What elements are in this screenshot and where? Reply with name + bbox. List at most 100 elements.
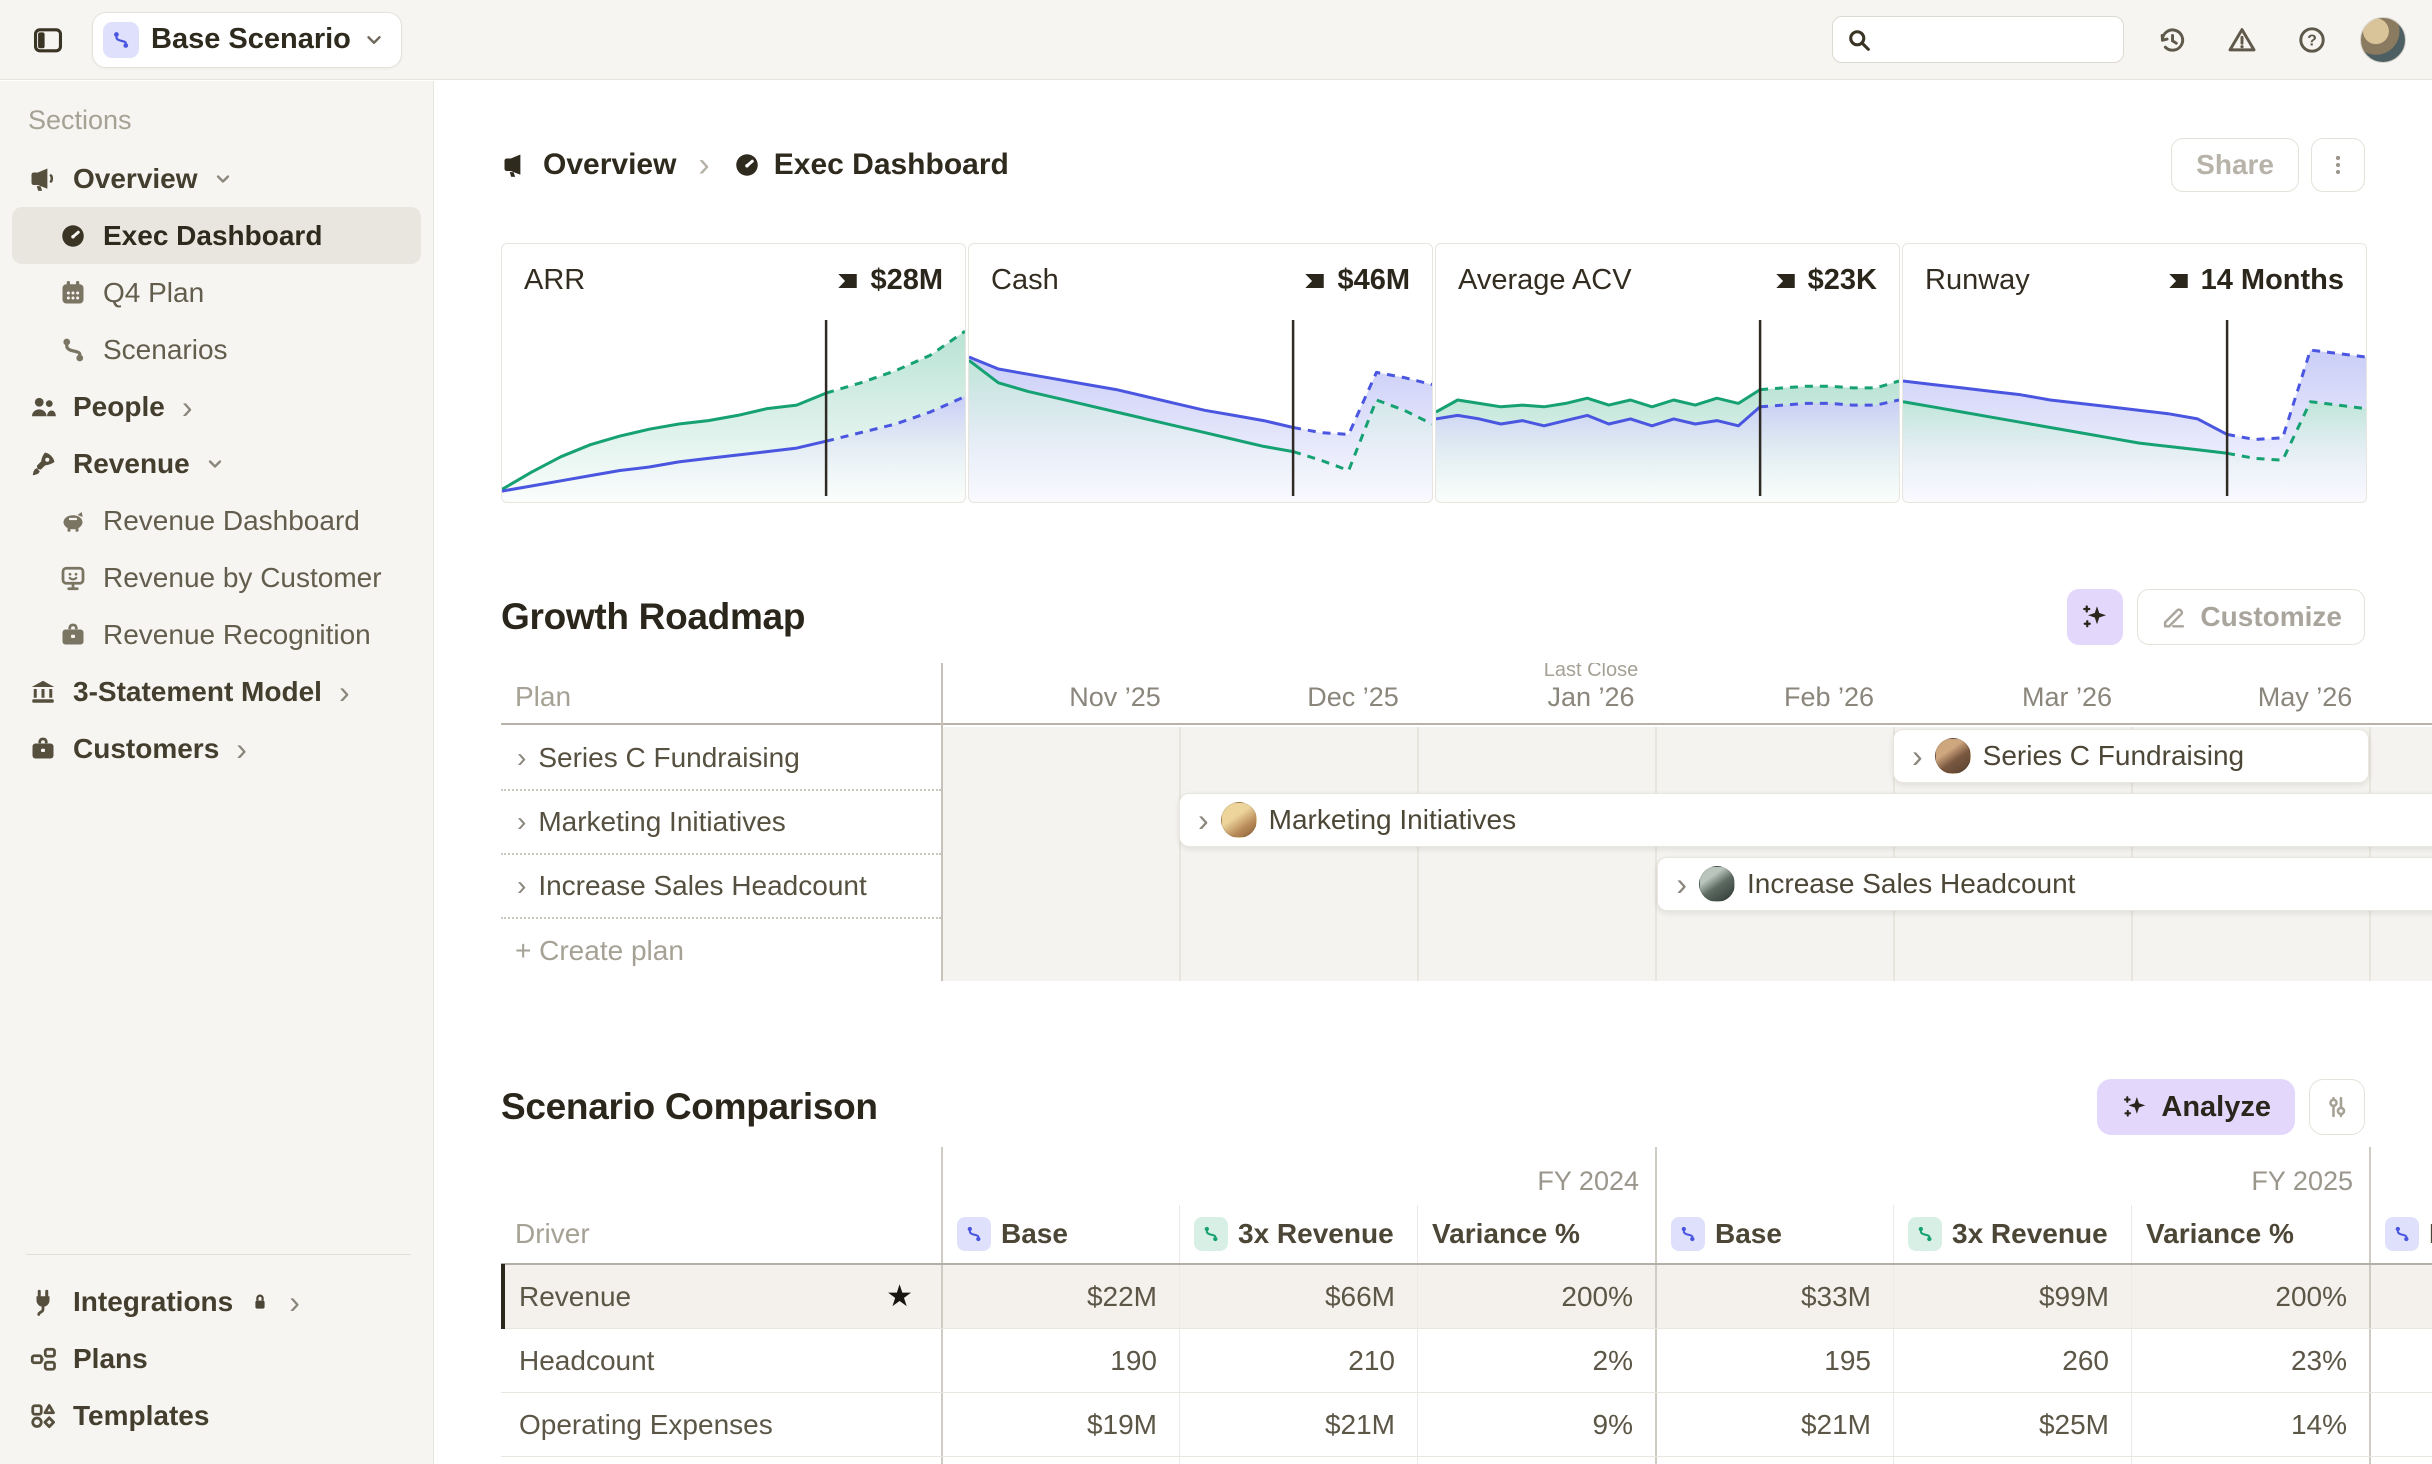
chevron-right-icon: › (1198, 804, 1209, 836)
fiscal-year-group-row: FY 2024 FY 2025 (501, 1147, 2432, 1205)
plan-row-series-c[interactable]: › Series C Fundraising (501, 727, 941, 791)
help-button[interactable]: ? (2290, 18, 2334, 62)
plan-row-increase-sales[interactable]: › Increase Sales Headcount (501, 855, 941, 919)
plan-row-marketing[interactable]: › Marketing Initiatives (501, 791, 941, 855)
sparkle-icon (2080, 602, 2110, 632)
gantt-bar-series-c[interactable]: › Series C Fundraising (1893, 729, 2369, 783)
kpi-value: $23K (1772, 264, 1877, 297)
plug-icon (28, 1287, 58, 1317)
arr-sparkline (502, 312, 965, 502)
search-box[interactable] (1832, 16, 2124, 63)
people-icon (28, 392, 58, 422)
last-close-label: Last Close (1544, 663, 1639, 681)
growth-roadmap-header: Growth Roadmap Customize (501, 587, 2365, 647)
chevron-right-icon: › (517, 744, 526, 772)
sidebar-item-plans[interactable]: Plans (12, 1330, 421, 1387)
chevron-right-icon: › (236, 733, 247, 765)
scenario-branch-icon (2385, 1217, 2419, 1251)
create-plan-button[interactable]: + Create plan (501, 919, 941, 981)
sidebar-item-people[interactable]: People › (12, 378, 421, 435)
sidebar-item-q4-plan[interactable]: Q4 Plan (12, 264, 421, 321)
sliders-icon (2323, 1093, 2351, 1121)
calendar-icon (58, 278, 88, 308)
analyze-button[interactable]: Analyze (2097, 1079, 2295, 1135)
column-3x-revenue-fy24[interactable]: 3x Revenue (1179, 1205, 1417, 1263)
sidebar-item-revenue[interactable]: Revenue (12, 435, 421, 492)
scenario-branch-icon (957, 1217, 991, 1251)
briefcase-icon (58, 620, 88, 650)
plan-list: › Series C Fundraising › Marketing Initi… (501, 727, 941, 981)
main-content: Overview › Exec Dashboard Share (435, 81, 2432, 1464)
alerts-button[interactable] (2220, 18, 2264, 62)
breadcrumb-overview[interactable]: Overview (501, 148, 676, 182)
megaphone-icon (28, 164, 58, 194)
scenario-comparison-table: FY 2024 FY 2025 Driver Base 3x Revenue V… (501, 1147, 2432, 1464)
sidebar-item-scenarios[interactable]: Scenarios (12, 321, 421, 378)
scenario-branch-icon (1908, 1217, 1942, 1251)
kpi-card-runway: Runway 14 Months (1902, 243, 2367, 503)
search-input[interactable] (1883, 23, 2111, 56)
sidebar-item-templates[interactable]: Templates (12, 1387, 421, 1444)
user-avatar[interactable] (2360, 17, 2406, 63)
sidebar-item-revenue-recognition[interactable]: Revenue Recognition (12, 606, 421, 663)
comparison-settings-button[interactable] (2309, 1079, 2365, 1135)
rocket-icon (28, 449, 58, 479)
fy-2025-label: FY 2025 (2251, 1166, 2353, 1197)
table-row-headcount[interactable]: Headcount 190 210 2% 195 260 23% (501, 1329, 2432, 1393)
column-3x-revenue-fy25[interactable]: 3x Revenue (1893, 1205, 2131, 1263)
milestone-flag-icon (1301, 268, 1327, 294)
owner-avatar (1221, 802, 1257, 838)
sidebar-toggle-button[interactable] (26, 18, 70, 62)
table-row-partial (501, 1457, 2432, 1464)
chevron-right-icon: › (698, 148, 709, 182)
ai-sparkle-button[interactable] (2067, 589, 2123, 645)
chevron-right-icon: › (339, 676, 350, 708)
column-base-fy24[interactable]: Base (941, 1205, 1179, 1263)
pencil-icon (2160, 603, 2188, 631)
driver-column-header: Driver (515, 1218, 590, 1250)
customer-icon (58, 563, 88, 593)
sidebar-item-customers[interactable]: Customers › (12, 720, 421, 777)
sidebar-item-exec-dashboard[interactable]: Exec Dashboard (12, 207, 421, 264)
sidebar-item-overview[interactable]: Overview (12, 150, 421, 207)
chevron-down-icon (205, 454, 225, 474)
month-labels: Nov ’25 Dec ’25 Last Close Jan ’26 Feb ’… (996, 663, 2432, 723)
chevron-down-icon (213, 169, 233, 189)
gantt-bar-marketing[interactable]: › Marketing Initiatives (1179, 793, 2432, 847)
column-variance-fy25[interactable]: Variance % (2131, 1205, 2369, 1263)
last-close-month: Last Close Jan ’26 (1472, 663, 1710, 723)
sidebar-item-revenue-dashboard[interactable]: Revenue Dashboard (12, 492, 421, 549)
sections-label: Sections (28, 105, 421, 136)
chevron-right-icon: › (1912, 740, 1923, 772)
growth-roadmap-gantt: Plan Nov ’25 Dec ’25 Last Close Jan ’26 … (501, 663, 2432, 981)
chevron-right-icon: › (289, 1286, 300, 1318)
page-actions: Share (2171, 138, 2365, 192)
share-button[interactable]: Share (2171, 138, 2299, 192)
gauge-icon (58, 221, 88, 251)
panel-left-icon (31, 23, 65, 57)
column-variance-fy24[interactable]: Variance % (1417, 1205, 1655, 1263)
history-button[interactable] (2150, 18, 2194, 62)
table-row-operating-expenses[interactable]: Operating Expenses $19M $21M 9% $21M $25… (501, 1393, 2432, 1457)
kpi-value: $28M (834, 264, 943, 297)
gantt-bar-increase-sales[interactable]: › Increase Sales Headcount (1657, 857, 2432, 911)
table-row-revenue[interactable]: Revenue ★ $22M $66M 200% $33M $99M 200% (501, 1265, 2432, 1329)
sidebar-item-3-statement-model[interactable]: 3-Statement Model › (12, 663, 421, 720)
star-icon[interactable]: ★ (886, 1279, 913, 1314)
owner-avatar (1699, 866, 1735, 902)
breadcrumb-exec-dashboard[interactable]: Exec Dashboard (732, 148, 1009, 182)
cash-sparkline (969, 312, 1432, 502)
sidebar-item-revenue-by-customer[interactable]: Revenue by Customer (12, 549, 421, 606)
sidebar-item-integrations[interactable]: Integrations › (12, 1273, 421, 1330)
scenario-switcher[interactable]: Base Scenario (92, 12, 402, 68)
more-options-button[interactable] (2311, 138, 2365, 192)
chevron-down-icon (363, 29, 385, 51)
customize-button[interactable]: Customize (2137, 589, 2365, 645)
plans-icon (28, 1344, 58, 1374)
column-base-partial[interactable]: Base (2369, 1205, 2432, 1263)
chevron-right-icon: › (517, 872, 526, 900)
templates-icon (28, 1401, 58, 1431)
scenario-label: Base Scenario (151, 23, 351, 56)
column-base-fy25[interactable]: Base (1655, 1205, 1893, 1263)
milestone-flag-icon (834, 268, 860, 294)
